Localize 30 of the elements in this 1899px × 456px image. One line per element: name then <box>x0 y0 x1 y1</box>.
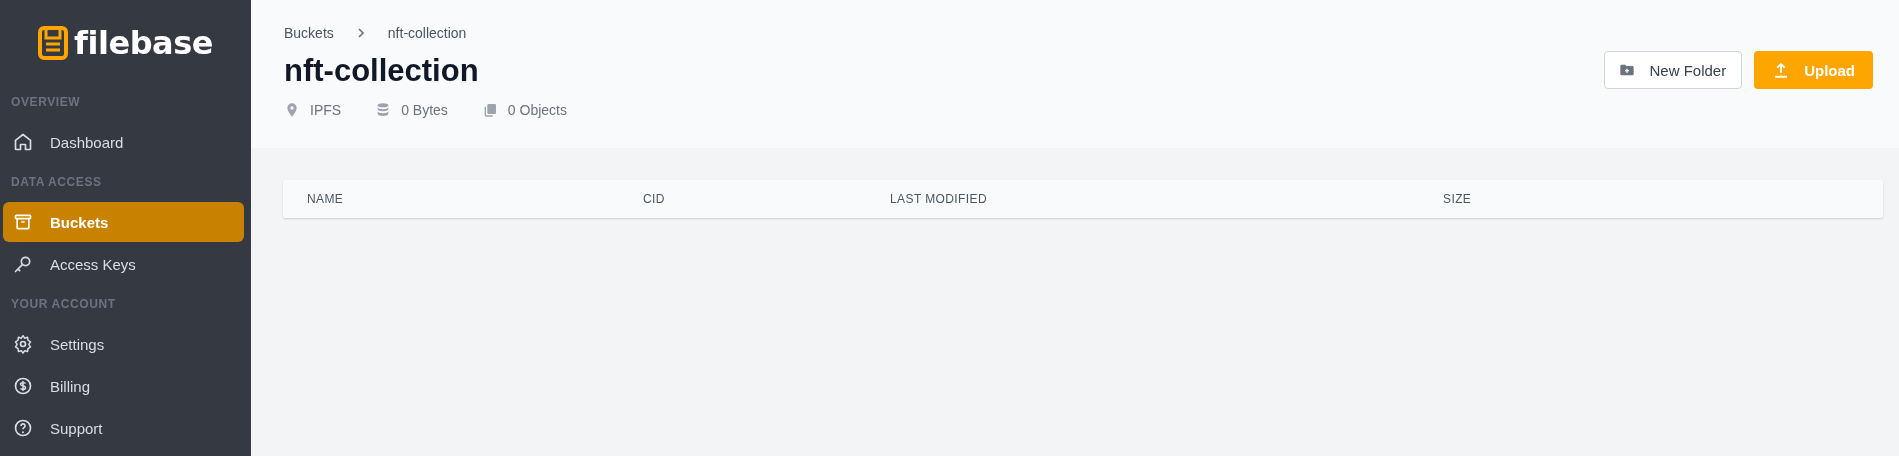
settings-icon <box>13 334 33 354</box>
location-pin-icon <box>284 102 300 118</box>
sidebar-item[interactable]: Settings <box>3 324 244 364</box>
breadcrumb-link[interactable]: Buckets <box>284 25 334 41</box>
key-icon <box>13 254 33 274</box>
dollar-icon <box>13 376 33 396</box>
archive-box-icon <box>13 212 33 232</box>
new-folder-button[interactable]: New Folder <box>1604 51 1743 89</box>
column-header: NAME <box>307 192 345 206</box>
sidebar-item[interactable]: Billing <box>3 366 244 406</box>
logo-icon <box>38 26 69 60</box>
breadcrumb-link[interactable]: nft-collection <box>387 25 467 41</box>
home-icon <box>13 132 33 152</box>
column-header: LAST MODIFIED <box>890 192 988 206</box>
column-header: CID <box>643 192 666 206</box>
chevron-right-icon <box>355 27 366 39</box>
bucket-stat: 0 Objects <box>507 102 567 118</box>
bucket-stat: IPFS <box>310 102 342 118</box>
help-icon <box>13 418 33 438</box>
sidebar-item[interactable]: Access Keys <box>3 244 244 284</box>
logo-text: filebase <box>74 24 213 62</box>
bucket-stat: 0 Bytes <box>401 102 448 118</box>
column-header: SIZE <box>1443 192 1473 206</box>
page-title: nft-collection <box>284 53 480 89</box>
folder-plus-icon <box>1619 62 1636 78</box>
section-heading: DATA ACCESS <box>10 174 103 191</box>
section-heading: YOUR ACCOUNT <box>10 296 117 313</box>
section-heading: OVERVIEW <box>10 94 82 111</box>
sidebar-item[interactable]: Support <box>3 408 244 448</box>
sidebar-item[interactable]: Dashboard <box>3 122 244 162</box>
